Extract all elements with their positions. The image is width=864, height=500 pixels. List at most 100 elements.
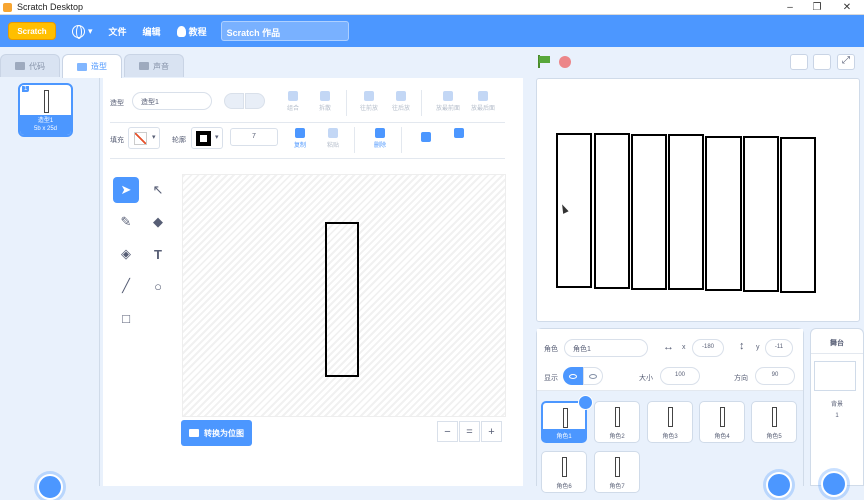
outline-width-input[interactable]: 7 [230, 128, 278, 146]
zoom-out-button[interactable]: − [437, 421, 458, 442]
tab-sounds[interactable]: 声音 [124, 54, 184, 77]
convert-to-bitmap-button[interactable]: 转换为位图 [181, 420, 252, 446]
chevron-down-icon: ▾ [152, 134, 156, 141]
drawn-rectangle-shape[interactable] [325, 222, 359, 377]
costume-number: 1 [22, 86, 30, 92]
fill-color-picker[interactable]: ▾ [128, 127, 160, 149]
group-button[interactable]: 组合 [281, 91, 305, 112]
front-button[interactable]: 放最前面 [432, 91, 464, 112]
scratch-app-icon [3, 2, 12, 12]
arrow-cursor-icon: ➤ [120, 182, 132, 197]
hide-sprite-button[interactable] [583, 367, 603, 385]
close-button[interactable]: ✕ [832, 0, 862, 15]
paste-button[interactable]: 粘贴 [321, 128, 345, 149]
language-menu[interactable]: ▾ [72, 24, 93, 39]
ungroup-icon [320, 91, 330, 101]
paint-bucket-icon: ◈ [121, 246, 131, 261]
fullscreen-icon: ⤢ [842, 55, 850, 66]
fill-tool[interactable]: ◈ [113, 241, 139, 267]
delete-button[interactable]: 删除 [368, 128, 392, 149]
stage-sprite-bar[interactable] [780, 137, 816, 293]
flip-horizontal-button[interactable] [414, 132, 438, 144]
reshape-tool[interactable]: ↖ [145, 177, 171, 203]
flip-vertical-button[interactable] [447, 128, 471, 140]
stage-canvas[interactable] [536, 78, 860, 322]
back-label: 放最后面 [470, 106, 495, 112]
zoom-in-button[interactable]: + [481, 421, 502, 442]
costume-name-input[interactable]: 造型1 [132, 92, 212, 110]
eye-slash-icon [589, 373, 597, 379]
small-stage-button[interactable] [790, 54, 808, 70]
add-backdrop-button[interactable] [821, 471, 847, 497]
stage-sprite-bar[interactable] [594, 133, 630, 289]
eraser-tool[interactable]: ◆ [145, 209, 171, 235]
sprite-label: 角色 [544, 346, 558, 353]
sprite-tile[interactable]: 角色5 [751, 401, 797, 443]
add-costume-button[interactable] [37, 474, 63, 500]
add-sprite-button[interactable] [766, 472, 792, 498]
x-position-input[interactable]: -180 [692, 339, 724, 357]
sprite-thumbnail [615, 457, 620, 477]
backward-button[interactable]: 往后放 [389, 91, 413, 112]
size-input[interactable]: 100 [660, 367, 700, 385]
front-label: 放最前面 [435, 106, 460, 112]
lightbulb-icon [176, 25, 186, 37]
trash-icon[interactable] [578, 395, 593, 410]
stage-target-pane[interactable]: 舞台 背景 1 [810, 328, 864, 497]
backward-label: 往后放 [391, 106, 410, 112]
brush-tool[interactable]: ✎ [113, 209, 139, 235]
sprite-tile[interactable]: 角色4 [699, 401, 745, 443]
drawing-canvas[interactable] [182, 174, 506, 417]
stop-button[interactable] [559, 56, 571, 68]
sprite-name-input[interactable]: 角色1 [564, 339, 648, 357]
tab-costumes[interactable]: 造型 [62, 54, 122, 78]
sprite-thumbnail [615, 407, 620, 427]
tab-code[interactable]: 代码 [0, 54, 60, 77]
ungroup-button[interactable]: 拆散 [313, 91, 337, 112]
stage-sprite-bar[interactable] [705, 136, 742, 291]
rectangle-icon: □ [122, 310, 130, 326]
show-sprite-button[interactable] [563, 367, 583, 385]
fullscreen-button[interactable]: ⤢ [837, 54, 855, 70]
edit-menu[interactable]: 编辑 [143, 25, 161, 38]
zoom-reset-button[interactable]: = [459, 421, 480, 442]
paste-label: 粘贴 [326, 143, 339, 149]
stage-sprite-bar[interactable] [631, 134, 667, 290]
sprite-tile[interactable]: 角色2 [594, 401, 640, 443]
minimize-button[interactable]: – [775, 0, 805, 15]
normal-stage-button[interactable] [813, 54, 831, 70]
scratch-logo[interactable]: Scratch [8, 22, 56, 40]
stage-sprite-bar[interactable] [668, 134, 704, 290]
divider [421, 90, 422, 116]
sprite-tile-label: 角色3 [662, 434, 678, 440]
redo-button[interactable] [245, 93, 265, 109]
window-title-bar: Scratch Desktop – ❐ ✕ [0, 0, 864, 15]
direction-input[interactable]: 90 [755, 367, 795, 385]
sprite-tile-label: 角色1 [543, 429, 585, 441]
project-title-input[interactable]: Scratch 作品 [220, 21, 349, 41]
back-button[interactable]: 放最后面 [467, 91, 499, 112]
sprite-tile[interactable]: 角色6 [541, 451, 587, 493]
chevron-down-icon: ▾ [88, 25, 93, 36]
flip-vertical-icon [454, 128, 464, 138]
stage-sprite-bar[interactable] [743, 136, 779, 292]
select-tool[interactable]: ➤ [113, 177, 139, 203]
text-tool[interactable]: T [145, 241, 171, 267]
circle-tool[interactable]: ○ [145, 273, 171, 299]
sprite-tile[interactable]: 角色1 [541, 395, 593, 443]
y-position-input[interactable]: -11 [765, 339, 793, 357]
forward-button[interactable]: 往前放 [357, 91, 381, 112]
costume-tile[interactable]: 1 造型1 5b x 25d [18, 83, 73, 137]
line-tool[interactable]: ╱ [113, 273, 139, 299]
file-menu[interactable]: 文件 [109, 25, 127, 38]
reshape-icon: ↖ [152, 182, 164, 197]
sprite-tile[interactable]: 角色7 [594, 451, 640, 493]
copy-button[interactable]: 复制 [288, 128, 312, 149]
undo-button[interactable] [224, 93, 244, 109]
green-flag-button[interactable] [538, 55, 550, 68]
rectangle-tool[interactable]: □ [113, 305, 139, 331]
maximize-button[interactable]: ❐ [802, 0, 832, 15]
outline-color-picker[interactable]: ▾ [191, 127, 223, 149]
tutorials-menu[interactable]: 教程 [176, 25, 207, 38]
sprite-tile[interactable]: 角色3 [647, 401, 693, 443]
